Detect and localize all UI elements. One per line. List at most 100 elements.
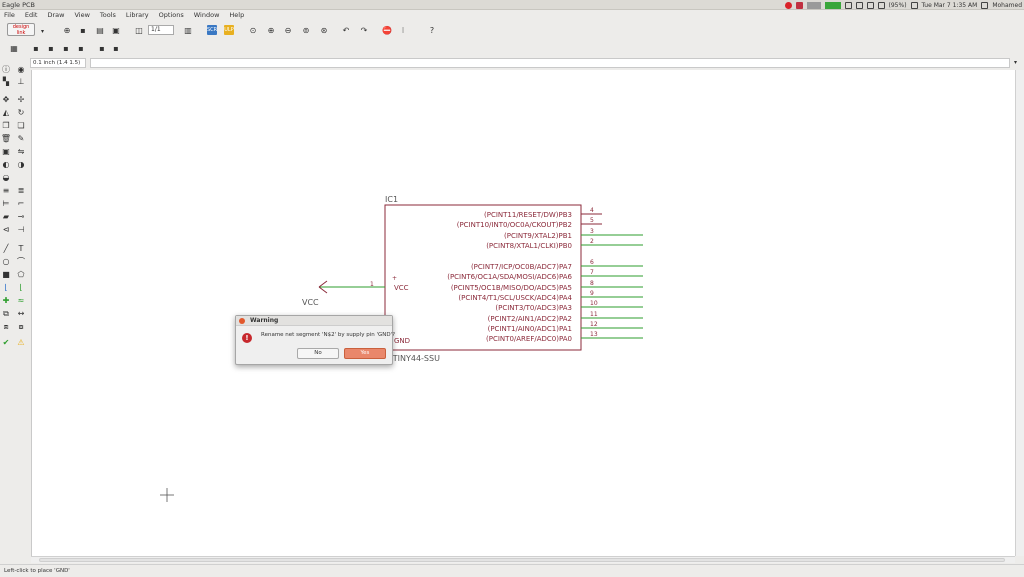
horizontal-scrollbar[interactable] [31,556,1015,563]
layer-icon-4[interactable]: ▪ [76,43,86,53]
pin-name-label: (PCINT1/AIN0/ADC1)PA1 [488,325,572,333]
grid-icon[interactable]: ▦ [9,43,19,53]
layer-icon-6[interactable]: ▪ [111,43,121,53]
wrench-icon[interactable]: ✎ [16,134,26,144]
rotate-icon[interactable]: ↻ [16,108,26,118]
go-icon[interactable]: ⁝ [398,25,408,35]
zoom-fit-icon[interactable]: ⊙ [248,25,258,35]
help-icon[interactable]: ? [427,25,437,35]
stop-icon[interactable]: ⛔ [382,25,392,35]
horizontal-scroll-thumb[interactable] [39,558,1005,562]
module-icon[interactable]: ⧈ [1,322,11,332]
network-graph-icon[interactable] [806,1,821,9]
add-part-icon[interactable]: ▣ [1,147,11,157]
indicator-box-icon[interactable] [795,1,803,9]
change-icon[interactable]: ⊲ [1,225,11,235]
attribute-icon[interactable]: ⊣ [16,225,26,235]
ulp-run-icon[interactable]: ULP [224,25,234,35]
name-icon[interactable]: ◐ [1,160,11,170]
layer-icon-5[interactable]: ▪ [97,43,107,53]
pin-swap-icon[interactable]: ▰ [1,212,11,222]
zoom-redraw-icon[interactable]: ⊚ [301,25,311,35]
menu-help[interactable]: Help [229,11,244,19]
split-icon[interactable]: ≡ [1,186,11,196]
warning-icon[interactable]: ⚠ [16,338,26,348]
user-name[interactable]: Mohamed [992,2,1022,9]
paste-icon[interactable]: ❏ [16,121,26,131]
erc-icon[interactable]: ✔ [1,338,11,348]
menu-draw[interactable]: Draw [47,11,64,19]
close-icon[interactable] [239,318,245,324]
settings-gear-icon[interactable] [981,1,989,9]
print-icon[interactable]: ▤ [95,25,105,35]
value-icon[interactable]: ◑ [16,160,26,170]
port-icon[interactable]: ⧇ [16,322,26,332]
volume-icon[interactable] [910,1,918,9]
schematic-canvas[interactable]: IC1 TTINY44-SSU VCC 1 + VCC GND (PCINT11… [31,70,1015,556]
delete-icon[interactable]: 🗑 [1,134,11,144]
zoom-in-icon[interactable]: ⊕ [266,25,276,35]
arc-icon[interactable]: ⌒ [16,257,26,267]
mirror-icon[interactable]: ◭ [1,108,11,118]
menu-library[interactable]: Library [126,11,149,19]
display-icon[interactable]: ▚ [1,77,11,87]
battery-icon[interactable] [877,1,885,9]
smash-icon[interactable]: ◒ [1,173,11,183]
frame-icon[interactable]: ⧉ [1,309,11,319]
rect-icon[interactable]: ■ [1,270,11,280]
open-icon[interactable]: ⊕ [62,25,72,35]
menu-view[interactable]: View [74,11,89,19]
miter-icon[interactable]: ≣ [16,186,26,196]
wifi-icon[interactable] [844,1,852,9]
design-link-logo[interactable]: design link [7,23,35,36]
menu-file[interactable]: File [4,11,15,19]
command-history-dropdown-icon[interactable]: ▾ [1014,59,1017,66]
dimension-icon[interactable]: ↔ [16,309,26,319]
gate-swap-icon[interactable]: ⌐ [16,199,26,209]
mark-icon[interactable]: ⊥ [16,77,26,87]
show-icon[interactable]: ◉ [16,65,26,75]
menu-tools[interactable]: Tools [100,11,116,19]
wire-icon[interactable]: ╱ [1,244,11,254]
ulp-icon[interactable]: ▥ [183,25,193,35]
zoom-out-icon[interactable]: ⊖ [283,25,293,35]
menu-options[interactable]: Options [159,11,184,19]
keyboard-icon[interactable] [866,1,874,9]
chevron-down-icon[interactable]: ▾ [41,28,44,35]
sheet-selector[interactable]: 1/1 [148,25,174,35]
move-icon[interactable]: ✥ [1,95,11,105]
indicator-red-icon[interactable] [784,1,792,9]
no-button[interactable]: No [297,348,339,359]
net-icon[interactable]: ⌊ [16,283,26,293]
layer-icon-1[interactable]: ▪ [31,43,41,53]
replace-icon[interactable]: ⇋ [16,147,26,157]
redo-icon[interactable]: ↷ [359,25,369,35]
junction-icon[interactable]: ✚ [1,296,11,306]
optimize-icon[interactable]: ⊸ [16,212,26,222]
bus-icon[interactable]: ⌊ [1,283,11,293]
info-icon[interactable]: ⓘ [1,65,11,75]
cpu-graph-icon[interactable] [824,1,841,9]
menu-window[interactable]: Window [194,11,220,19]
board-switch-icon[interactable]: ◫ [134,25,144,35]
scr-icon[interactable]: SCR [207,25,217,35]
invoke-icon[interactable]: ⊨ [1,199,11,209]
clock[interactable]: Tue Mar 7 1:35 AM [922,2,978,9]
undo-icon[interactable]: ↶ [341,25,351,35]
polygon-icon[interactable]: ⬠ [16,270,26,280]
yes-button[interactable]: Yes [344,348,386,359]
label-icon[interactable]: ≈ [16,296,26,306]
move-group-icon[interactable]: ✢ [16,95,26,105]
copy-icon[interactable]: ❐ [1,121,11,131]
circle-icon[interactable]: ○ [1,257,11,267]
save-icon[interactable]: ▪ [78,25,88,35]
zoom-select-icon[interactable]: ⊛ [319,25,329,35]
layer-icon-3[interactable]: ▪ [61,43,71,53]
command-input[interactable] [90,58,1010,68]
menu-edit[interactable]: Edit [25,11,38,19]
vertical-scrollbar[interactable] [1015,70,1024,556]
layer-icon-2[interactable]: ▪ [46,43,56,53]
mail-icon[interactable] [855,1,863,9]
text-icon[interactable]: T [16,244,26,254]
cam-icon[interactable]: ▣ [111,25,121,35]
